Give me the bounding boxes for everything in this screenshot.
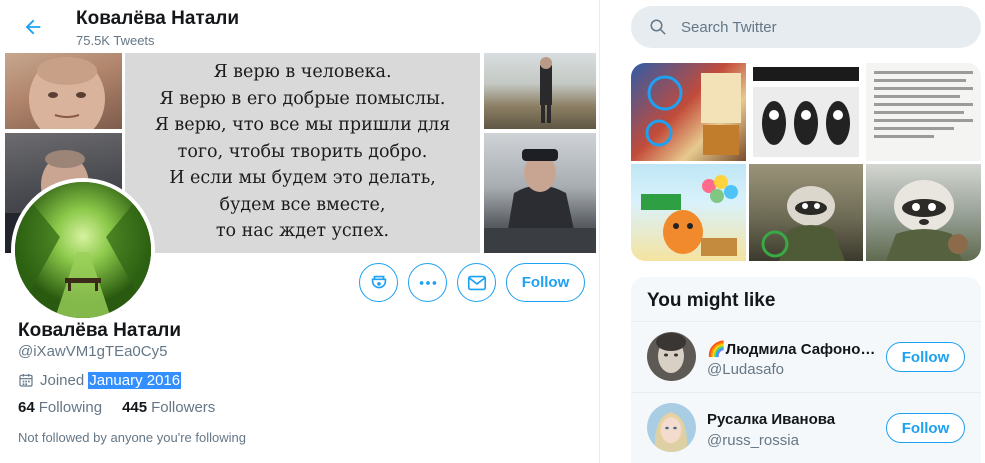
quote-line: то нас ждет успех. — [215, 221, 390, 241]
profile-avatar[interactable] — [11, 178, 155, 322]
search-input[interactable]: Search Twitter — [681, 19, 777, 36]
following-link[interactable]: 64 Following — [18, 399, 102, 416]
following-count: 64 — [18, 399, 35, 416]
message-button[interactable] — [457, 263, 496, 302]
banner-photo-bottom-right — [484, 133, 596, 253]
calendar-icon — [18, 372, 34, 388]
banner-photo-top-left — [5, 53, 122, 141]
joined-prefix: Joined — [40, 371, 85, 389]
back-button[interactable] — [18, 12, 48, 42]
media-thumbnail[interactable] — [631, 63, 746, 161]
quote-line: И если мы будем это делать, — [169, 168, 436, 188]
follow-stats: 64 Following 445 Followers — [18, 399, 235, 416]
quote-line: будем все вместе, — [219, 194, 386, 215]
suggestion-handle: @russ_rossia — [707, 432, 799, 449]
banner-quote-text: Я верю в человека. Я верю в его добрые п… — [125, 59, 480, 245]
banner-photo-top-right — [484, 53, 596, 129]
media-gallery — [631, 63, 981, 261]
profile-name: Ковалёва Натали — [18, 320, 182, 341]
suggestion-item[interactable]: 🌈Людмила Сафоно… @Ludasafo Follow — [631, 322, 981, 392]
back-arrow-icon — [25, 19, 41, 35]
media-thumbnail[interactable] — [866, 164, 981, 261]
header-tweet-count: 75.5K Tweets — [76, 33, 155, 48]
followers-label: Followers — [151, 399, 216, 416]
search-icon — [650, 19, 666, 35]
media-thumbnail[interactable] — [866, 63, 981, 161]
you-might-like-panel: You might like 🌈Людмила Сафоно… @Ludasaf… — [631, 277, 981, 463]
quote-line: Я верю, что все мы пришли для — [154, 115, 451, 135]
suggestion-avatar[interactable] — [647, 332, 696, 381]
media-thumbnail[interactable] — [749, 164, 863, 261]
suggestion-avatar[interactable] — [647, 403, 696, 452]
profile-handle: @iXawVM1gTEa0Cy5 — [18, 343, 168, 360]
quote-line: Я верю в человека. — [213, 62, 392, 82]
suggestion-name[interactable]: 🌈Людмила Сафоно… — [707, 340, 877, 358]
followers-count: 445 — [122, 399, 148, 416]
more-icon — [419, 280, 436, 285]
suggestion-name[interactable]: Русалка Иванова — [707, 411, 877, 428]
quote-line: Я верю в его добрые помыслы. — [159, 88, 446, 109]
media-thumbnail[interactable] — [749, 63, 863, 161]
header-name: Ковалёва Натали — [76, 8, 240, 29]
tip-jar-icon — [371, 275, 386, 288]
banner-quote-panel: Я верю в человека. Я верю в его добрые п… — [125, 53, 480, 253]
more-button[interactable] — [408, 263, 447, 302]
suggestion-follow-button[interactable]: Follow — [886, 413, 965, 443]
quote-line: того, чтобы творить добро. — [177, 141, 428, 162]
suggestion-follow-button[interactable]: Follow — [886, 342, 965, 372]
you-might-like-title: You might like — [647, 290, 776, 311]
profile-column: Ковалёва Натали 75.5K Tweets Я верю в че… — [0, 0, 600, 463]
suggestion-handle: @Ludasafo — [707, 361, 784, 378]
follow-button[interactable]: Follow — [506, 263, 585, 302]
not-followed-notice: Not followed by anyone you're following — [18, 430, 246, 445]
joined-info: Joined January 2016 — [18, 370, 182, 390]
joined-date: January 2016 — [88, 371, 182, 389]
message-icon — [467, 275, 486, 290]
following-label: Following — [38, 399, 103, 416]
followers-link[interactable]: 445 Followers — [122, 399, 215, 416]
tip-jar-button[interactable] — [359, 263, 398, 302]
search-box[interactable]: Search Twitter — [631, 6, 981, 48]
profile-header-bar: Ковалёва Натали 75.5K Tweets — [0, 0, 600, 53]
media-thumbnail[interactable] — [631, 164, 746, 261]
suggestion-item[interactable]: Русалка Иванова @russ_rossia Follow — [631, 393, 981, 463]
